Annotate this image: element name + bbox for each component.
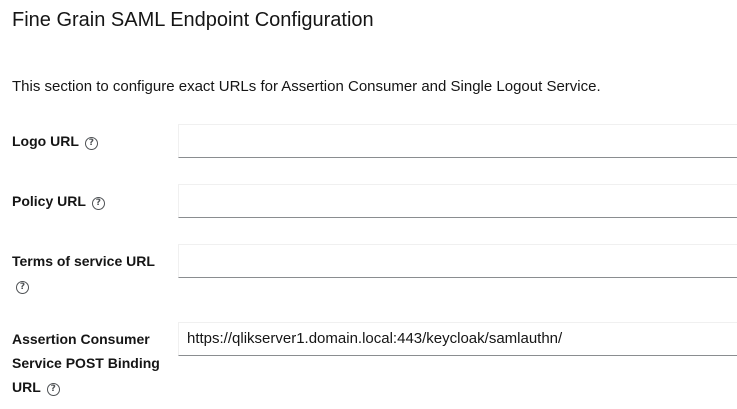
policy-url-input[interactable]: [178, 184, 737, 218]
assertion-consumer-post-url-label: Assertion Consumer Service POST Binding …: [12, 327, 162, 399]
terms-of-service-url-label: Terms of service URL?: [12, 249, 162, 297]
assertion-consumer-post-url-label-text: Assertion Consumer Service POST Binding …: [12, 331, 160, 395]
question-circle-icon[interactable]: ?: [84, 137, 98, 150]
question-circle-icon[interactable]: ?: [16, 281, 29, 294]
logo-url-label: Logo URL?: [12, 129, 162, 153]
policy-url-label-text: Policy URL: [12, 193, 86, 209]
policy-url-label: Policy URL?: [12, 189, 162, 213]
section-title: Fine Grain SAML Endpoint Configuration: [12, 9, 374, 31]
question-circle-icon[interactable]: ?: [46, 383, 60, 396]
question-circle-icon[interactable]: ?: [91, 197, 105, 210]
assertion-consumer-post-url-input[interactable]: https://qlikserver1.domain.local:443/key…: [178, 322, 737, 356]
terms-of-service-url-input[interactable]: [178, 244, 737, 278]
logo-url-label-text: Logo URL: [12, 133, 79, 149]
logo-url-input[interactable]: [178, 124, 737, 158]
saml-endpoint-config-section: Fine Grain SAML Endpoint Configuration T…: [0, 0, 737, 409]
section-description: This section to configure exact URLs for…: [12, 78, 601, 95]
terms-of-service-url-label-text: Terms of service URL: [12, 253, 155, 269]
